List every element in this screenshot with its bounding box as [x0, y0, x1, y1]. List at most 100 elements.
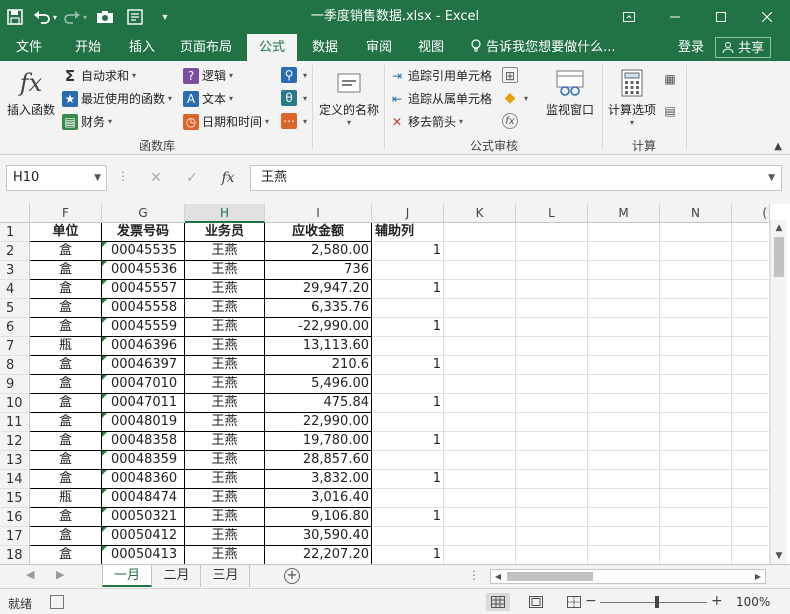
cell-g[interactable]: 00045536 [102, 261, 185, 280]
zoom-in-icon[interactable]: + [711, 593, 723, 609]
cell-g[interactable]: 00047011 [102, 394, 185, 413]
empty-cell[interactable] [444, 318, 516, 337]
cell-h[interactable]: 王燕 [185, 242, 265, 261]
normal-view-icon[interactable] [486, 593, 510, 611]
cell-f[interactable]: 盒 [30, 546, 102, 564]
empty-cell[interactable] [444, 299, 516, 318]
row-header[interactable]: 10 [0, 394, 30, 413]
empty-cell[interactable] [444, 337, 516, 356]
column-header-l[interactable]: L [516, 204, 588, 223]
cell-h[interactable]: 王燕 [185, 432, 265, 451]
cell-j[interactable]: 1 [372, 432, 444, 451]
empty-cell[interactable] [732, 432, 770, 451]
empty-cell[interactable] [516, 527, 588, 546]
cell-g[interactable]: 00046397 [102, 356, 185, 375]
tab-page-layout[interactable]: 页面布局 [172, 34, 240, 61]
empty-cell[interactable] [444, 508, 516, 527]
cell-j[interactable] [372, 413, 444, 432]
row-header[interactable]: 15 [0, 489, 30, 508]
cell-i[interactable]: 5,496.00 [265, 375, 372, 394]
empty-cell[interactable] [732, 489, 770, 508]
cell-h[interactable]: 王燕 [185, 299, 265, 318]
empty-cell[interactable] [516, 356, 588, 375]
sheet-tab-march[interactable]: 三月 [202, 565, 250, 587]
empty-cell[interactable] [444, 546, 516, 564]
empty-cell[interactable] [732, 413, 770, 432]
empty-cell[interactable] [516, 318, 588, 337]
vertical-scroll-thumb[interactable] [774, 237, 784, 277]
zoom-slider-thumb[interactable] [655, 596, 659, 608]
cell-g[interactable]: 00050412 [102, 527, 185, 546]
formula-input[interactable]: 王燕 ▼ [250, 165, 782, 191]
cell-f[interactable]: 盒 [30, 394, 102, 413]
cell-f[interactable]: 盒 [30, 375, 102, 394]
empty-cell[interactable] [516, 299, 588, 318]
empty-cell[interactable] [660, 489, 732, 508]
macro-record-icon[interactable] [50, 595, 64, 609]
scroll-right-icon[interactable]: ▶ [751, 570, 765, 583]
cell-g[interactable]: 00050413 [102, 546, 185, 564]
cell-j[interactable] [372, 299, 444, 318]
cell-h[interactable]: 王燕 [185, 356, 265, 375]
cell-g[interactable]: 00045559 [102, 318, 185, 337]
cell-j[interactable] [372, 337, 444, 356]
empty-cell[interactable] [588, 280, 660, 299]
cell-i[interactable]: -22,990.00 [265, 318, 372, 337]
empty-cell[interactable] [660, 394, 732, 413]
show-formulas-button[interactable]: ⊞ [502, 67, 521, 83]
empty-cell[interactable] [516, 546, 588, 564]
cell-h[interactable]: 王燕 [185, 489, 265, 508]
empty-cell[interactable] [660, 318, 732, 337]
cell-g[interactable]: 00048474 [102, 489, 185, 508]
cell-g[interactable]: 00048360 [102, 470, 185, 489]
column-header-m[interactable]: M [588, 204, 660, 223]
empty-cell[interactable] [660, 413, 732, 432]
empty-cell[interactable] [516, 432, 588, 451]
cell-h[interactable]: 王燕 [185, 375, 265, 394]
empty-cell[interactable] [588, 299, 660, 318]
empty-cell[interactable] [444, 527, 516, 546]
empty-cell[interactable] [588, 470, 660, 489]
financial-button[interactable]: ▤ 财务 ▾ [62, 113, 112, 130]
cell-i[interactable]: 3,832.00 [265, 470, 372, 489]
row-header[interactable]: 18 [0, 546, 30, 564]
scroll-down-icon[interactable]: ▼ [771, 548, 787, 564]
empty-cell[interactable] [516, 261, 588, 280]
scroll-up-icon[interactable]: ▲ [771, 220, 787, 236]
page-layout-view-icon[interactable] [524, 593, 548, 611]
row-header[interactable]: 11 [0, 413, 30, 432]
empty-cell[interactable] [660, 356, 732, 375]
empty-cell[interactable] [444, 261, 516, 280]
vertical-scrollbar[interactable]: ▲ ▼ [770, 220, 787, 564]
cell-h[interactable]: 王燕 [185, 508, 265, 527]
empty-cell[interactable] [660, 261, 732, 280]
autosum-button[interactable]: Σ 自动求和 ▾ [62, 67, 136, 84]
date-time-button[interactable]: ◷ 日期和时间 ▾ [183, 113, 269, 130]
cell-g[interactable]: 00046396 [102, 337, 185, 356]
cell-j[interactable]: 1 [372, 318, 444, 337]
empty-cell[interactable] [516, 394, 588, 413]
trace-dependents-button[interactable]: ⇤ 追踪从属单元格 [389, 90, 492, 107]
row-header[interactable]: 16 [0, 508, 30, 527]
cell-g[interactable]: 00050321 [102, 508, 185, 527]
cell-j[interactable] [372, 527, 444, 546]
column-header-g[interactable]: G [102, 204, 185, 223]
empty-cell[interactable] [588, 413, 660, 432]
insert-function-button[interactable]: fx 插入函数 [4, 67, 58, 118]
cell-f[interactable]: 瓶 [30, 489, 102, 508]
empty-cell[interactable] [588, 432, 660, 451]
empty-cell[interactable] [444, 242, 516, 261]
empty-cell[interactable] [660, 223, 732, 242]
empty-cell[interactable] [660, 508, 732, 527]
cell-i[interactable]: 475.84 [265, 394, 372, 413]
cell-j[interactable] [372, 261, 444, 280]
empty-cell[interactable] [516, 508, 588, 527]
cell-f[interactable]: 盒 [30, 261, 102, 280]
column-header-o[interactable]: ( [732, 204, 770, 223]
cell-h[interactable]: 王燕 [185, 280, 265, 299]
empty-cell[interactable] [660, 432, 732, 451]
sheet-prev-icon[interactable]: ◀ [26, 568, 34, 581]
empty-cell[interactable] [732, 223, 770, 242]
add-sheet-icon[interactable]: + [284, 568, 300, 584]
worksheet-grid[interactable]: F G H I J K L M N ( 1 单位 发票号码 业务员 应收金额 辅助列 2 盒 0… [0, 204, 790, 564]
